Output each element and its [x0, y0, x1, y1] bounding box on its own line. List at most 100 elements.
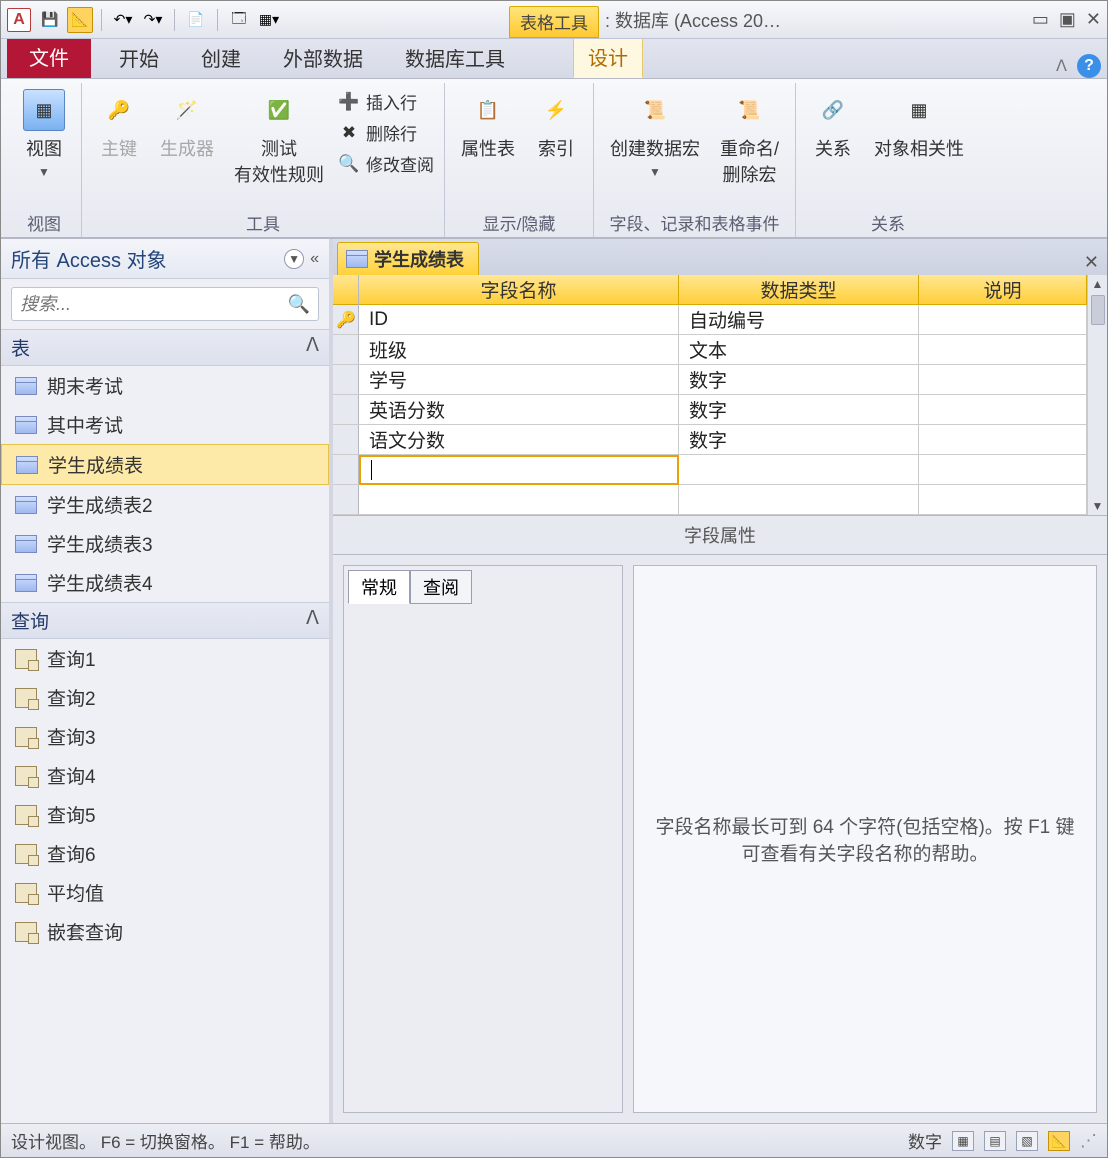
cell-data-type[interactable]: 数字: [679, 365, 919, 395]
create-data-macro-button[interactable]: 📜 创建数据宏 ▼: [604, 85, 706, 183]
nav-item-table[interactable]: 学生成绩表3: [1, 524, 329, 563]
nav-item-query[interactable]: 查询1: [1, 639, 329, 678]
cell-description[interactable]: [919, 335, 1087, 365]
redo-icon[interactable]: ↷▾: [140, 7, 166, 33]
document-tab[interactable]: 学生成绩表: [337, 242, 479, 275]
cell-field-name[interactable]: ID: [359, 305, 679, 335]
row-selector[interactable]: [333, 395, 359, 425]
view-pivot-icon[interactable]: ▤: [984, 1131, 1006, 1151]
delete-rows-button[interactable]: ✖删除行: [338, 120, 434, 145]
col-data-type[interactable]: 数据类型: [679, 275, 919, 304]
nav-group-queries[interactable]: 查询 ᐱ: [1, 602, 329, 639]
tab-file[interactable]: 文件: [7, 35, 91, 78]
field-row[interactable]: ID自动编号: [359, 305, 1087, 335]
object-dependencies-button[interactable]: ▦ 对象相关性: [868, 85, 970, 165]
relationships-button[interactable]: 🔗 关系: [806, 85, 860, 165]
save-icon[interactable]: 💾: [37, 7, 63, 33]
cell-data-type[interactable]: 数字: [679, 395, 919, 425]
help-icon[interactable]: ?: [1077, 54, 1101, 78]
cell-field-name[interactable]: 学号: [359, 365, 679, 395]
qat-button[interactable]: 📄: [183, 7, 209, 33]
nav-group-tables[interactable]: 表 ᐱ: [1, 329, 329, 366]
vertical-scrollbar[interactable]: ▲ ▼: [1087, 275, 1107, 515]
cell-field-name[interactable]: 班级: [359, 335, 679, 365]
field-row-empty[interactable]: [359, 485, 1087, 515]
property-sheet-button[interactable]: 📋 属性表: [455, 85, 521, 165]
nav-filter-icon[interactable]: ▼: [284, 249, 304, 269]
cell-data-type[interactable]: 自动编号: [679, 305, 919, 335]
undo-icon[interactable]: ↶▾: [110, 7, 136, 33]
nav-item-query[interactable]: 查询5: [1, 795, 329, 834]
qat-button[interactable]: 🗔: [226, 7, 252, 33]
nav-item-query[interactable]: 嵌套查询: [1, 912, 329, 951]
cell-data-type[interactable]: 数字: [679, 425, 919, 455]
tab-general[interactable]: 常规: [348, 570, 410, 604]
view-design-icon[interactable]: 📐: [1048, 1131, 1070, 1151]
row-selector[interactable]: [333, 485, 359, 515]
nav-item-query[interactable]: 查询3: [1, 717, 329, 756]
cell-field-name[interactable]: [359, 455, 679, 485]
nav-item-query[interactable]: 查询4: [1, 756, 329, 795]
cell-data-type[interactable]: [679, 455, 919, 485]
row-selector[interactable]: [333, 335, 359, 365]
close-icon[interactable]: ✕: [1086, 9, 1101, 30]
cell-description[interactable]: [919, 305, 1087, 335]
view-chart-icon[interactable]: ▧: [1016, 1131, 1038, 1151]
field-row[interactable]: 英语分数数字: [359, 395, 1087, 425]
qat-button[interactable]: 📐: [67, 7, 93, 33]
search-input[interactable]: [20, 294, 288, 315]
field-row[interactable]: 语文分数数字: [359, 425, 1087, 455]
cell-description[interactable]: [919, 485, 1087, 515]
field-row[interactable]: 班级文本: [359, 335, 1087, 365]
rename-delete-macro-button[interactable]: 📜 重命名/ 删除宏: [714, 85, 785, 191]
cell-description[interactable]: [919, 425, 1087, 455]
col-description[interactable]: 说明: [919, 275, 1087, 304]
tab-create[interactable]: 创建: [187, 37, 255, 78]
row-selector[interactable]: [333, 425, 359, 455]
field-row[interactable]: 学号数字: [359, 365, 1087, 395]
minimize-icon[interactable]: ▭: [1032, 9, 1049, 30]
minimize-ribbon-icon[interactable]: ᐱ: [1056, 56, 1067, 76]
nav-item-table[interactable]: 其中考试: [1, 405, 329, 444]
test-rules-button[interactable]: ✅ 测试 有效性规则: [228, 85, 330, 191]
cell-description[interactable]: [919, 365, 1087, 395]
nav-item-table[interactable]: 学生成绩表4: [1, 563, 329, 602]
row-selector[interactable]: 🔑: [333, 305, 359, 335]
tab-design[interactable]: 设计: [573, 35, 643, 78]
nav-item-query[interactable]: 查询6: [1, 834, 329, 873]
tab-db-tools[interactable]: 数据库工具: [391, 37, 519, 78]
nav-item-query[interactable]: 查询2: [1, 678, 329, 717]
cell-data-type[interactable]: [679, 485, 919, 515]
resize-grip-icon[interactable]: ⋰: [1080, 1131, 1097, 1151]
tab-lookup[interactable]: 查阅: [410, 570, 472, 604]
view-button[interactable]: ▦ 视图 ▼: [17, 85, 71, 183]
nav-item-table[interactable]: 学生成绩表: [1, 444, 329, 485]
cell-field-name[interactable]: [359, 485, 679, 515]
scrollbar-thumb[interactable]: [1091, 295, 1105, 325]
cell-data-type[interactable]: 文本: [679, 335, 919, 365]
grid-body[interactable]: ID自动编号班级文本学号数字英语分数数字语文分数数字: [359, 305, 1087, 515]
collapse-pane-icon[interactable]: «: [310, 250, 319, 268]
field-row-new[interactable]: [359, 455, 1087, 485]
row-selector[interactable]: [333, 455, 359, 485]
cell-field-name[interactable]: 语文分数: [359, 425, 679, 455]
row-selector[interactable]: [333, 365, 359, 395]
close-document-icon[interactable]: ✕: [1076, 250, 1107, 275]
indexes-button[interactable]: ⚡ 索引: [529, 85, 583, 165]
cell-description[interactable]: [919, 455, 1087, 485]
view-datasheet-icon[interactable]: ▦: [952, 1131, 974, 1151]
nav-item-query[interactable]: 平均值: [1, 873, 329, 912]
insert-rows-button[interactable]: ➕插入行: [338, 89, 434, 114]
cell-description[interactable]: [919, 395, 1087, 425]
primary-key-button[interactable]: 🔑 主键: [92, 85, 146, 165]
col-field-name[interactable]: 字段名称: [359, 275, 679, 304]
modify-lookups-button[interactable]: 🔍修改查阅: [338, 151, 434, 176]
scroll-down-icon[interactable]: ▼: [1090, 497, 1106, 515]
scroll-up-icon[interactable]: ▲: [1090, 275, 1106, 293]
nav-header[interactable]: 所有 Access 对象 ▼ «: [1, 239, 329, 279]
maximize-icon[interactable]: ▣: [1059, 9, 1076, 30]
tab-home[interactable]: 开始: [105, 37, 173, 78]
search-box[interactable]: 🔍: [11, 287, 319, 321]
search-icon[interactable]: 🔍: [288, 294, 310, 315]
nav-item-table[interactable]: 期末考试: [1, 366, 329, 405]
